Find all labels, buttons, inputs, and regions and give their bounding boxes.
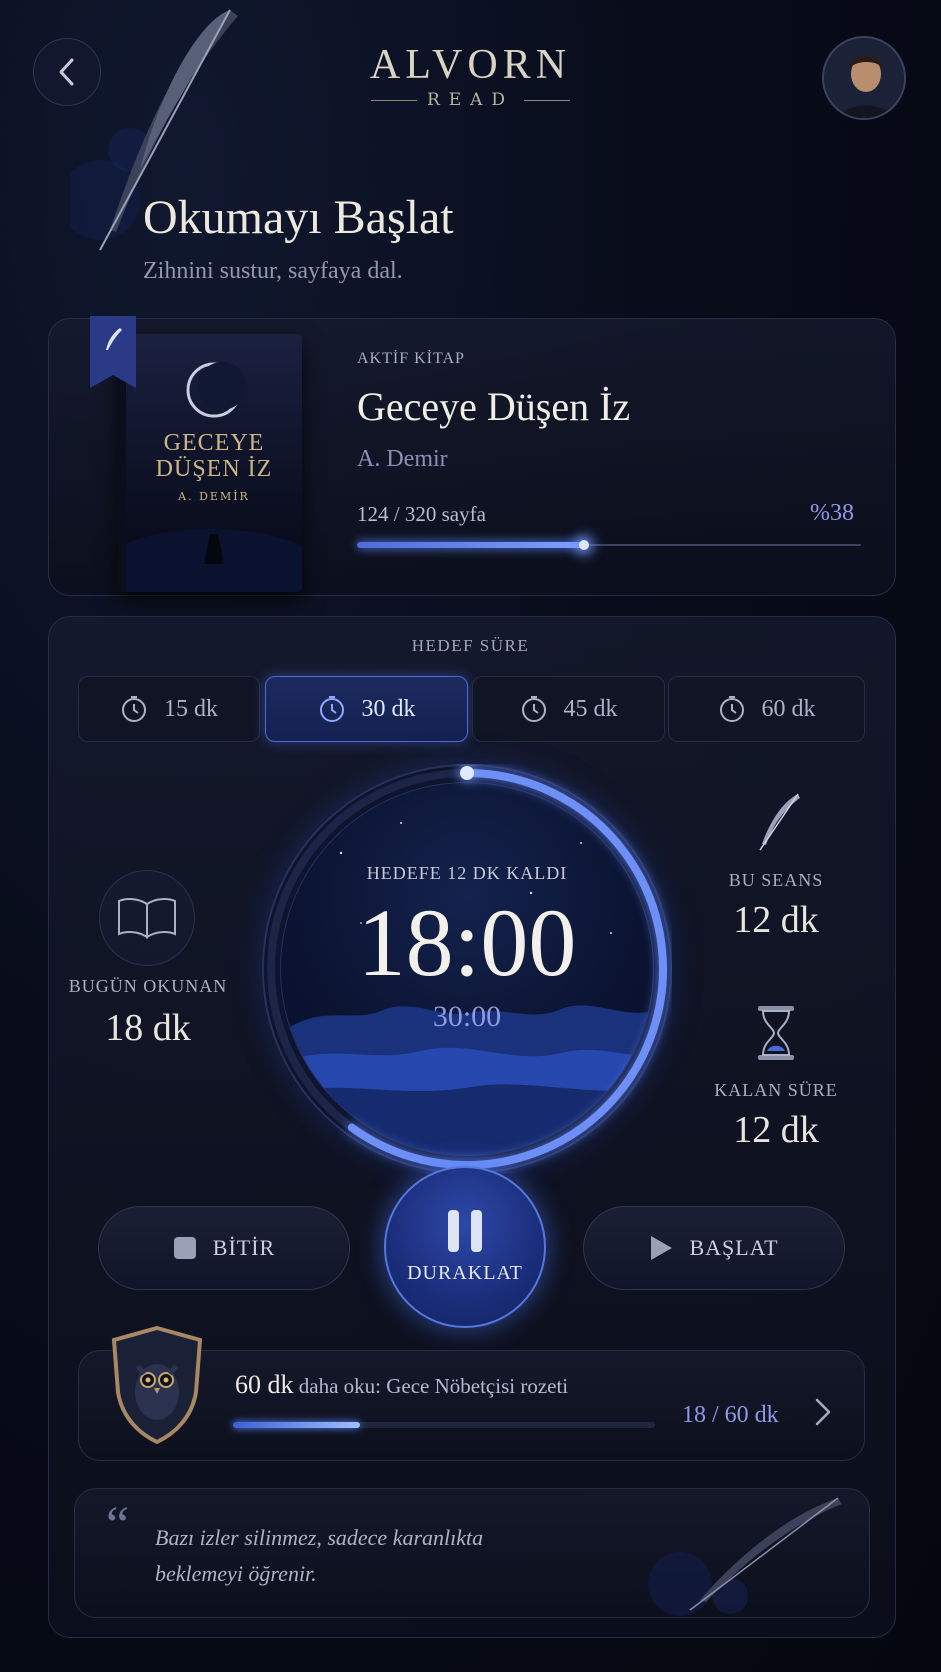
today-read-value: 18 dk (105, 1007, 191, 1049)
user-avatar-icon (824, 38, 904, 118)
clock-icon (122, 696, 146, 722)
badge-progress-fill (233, 1422, 360, 1428)
brand-name: ALVORN (369, 42, 572, 88)
quill-icon (106, 328, 122, 350)
duration-45-label: 45 dk (563, 695, 618, 722)
duration-30-label: 30 dk (361, 695, 416, 722)
pause-button[interactable]: DURAKLAT (384, 1166, 546, 1328)
badge-progress-bar (233, 1422, 655, 1428)
owl-shield-badge-icon (111, 1326, 203, 1444)
badge-progress-count: 18 / 60 dk (682, 1402, 779, 1428)
start-label: BAŞLAT (689, 1235, 779, 1260)
cover-title-line2: DÜŞEN İZ (155, 456, 273, 482)
book-progress-bar (357, 540, 861, 550)
duration-15-button[interactable]: 15 dk (78, 676, 260, 742)
target-duration-label: HEDEF SÜRE (411, 636, 530, 655)
session-value: 12 dk (733, 899, 819, 941)
elapsed-time: 18:00 (357, 889, 577, 996)
duration-60-button[interactable]: 60 dk (668, 676, 865, 742)
active-book-label: AKTİF KİTAP (357, 350, 465, 367)
pause-label: DURAKLAT (407, 1261, 523, 1284)
play-icon (651, 1236, 673, 1260)
open-book-icon-badge (99, 870, 195, 966)
remaining-time-value: 12 dk (733, 1109, 819, 1151)
brand-logo: ALVORN READ (0, 44, 941, 110)
quote-line1: Bazı izler silinmez, sadece karanlıkta (155, 1525, 484, 1550)
book-percent: %38 (810, 500, 854, 526)
quote-text: Bazı izler silinmez, sadece karanlıkta b… (155, 1520, 575, 1592)
quote-line2: beklemeyi öğrenir. (155, 1561, 317, 1586)
book-progress-fill (357, 542, 584, 548)
start-button[interactable]: BAŞLAT (583, 1206, 845, 1290)
remaining-to-goal-label: HEDEFE 12 DK KALDI (366, 863, 568, 883)
quote-mark-icon: “ (106, 1497, 130, 1554)
duration-45-button[interactable]: 45 dk (472, 676, 665, 742)
finish-label: BİTİR (212, 1235, 276, 1260)
book-pages: 124 / 320 sayfa (357, 502, 486, 526)
badge-goal-description: daha oku: Gece Nöbetçisi rozeti (298, 1374, 569, 1398)
avatar[interactable] (822, 36, 906, 120)
badge-goal-text: 60 dk daha oku: Gece Nöbetçisi rozeti (235, 1370, 568, 1400)
open-book-icon (118, 898, 176, 939)
today-read-label: BUGÜN OKUNAN (68, 976, 228, 996)
brand-sub: READ (426, 90, 515, 110)
book-progress-handle (578, 540, 589, 550)
clock-icon (719, 696, 744, 722)
duration-30-button[interactable]: 30 dk (265, 676, 468, 742)
page-title: Okumayı Başlat (143, 191, 454, 244)
hourglass-icon (758, 1006, 794, 1060)
cover-author: A. DEMİR (178, 490, 250, 503)
stop-icon (173, 1237, 196, 1259)
duration-15-label: 15 dk (164, 695, 218, 722)
cover-title-line1: GECEYE (163, 430, 265, 456)
finish-button[interactable]: BİTİR (98, 1206, 350, 1290)
book-author: A. Demir (357, 446, 448, 472)
feather-decoration-icon (648, 1497, 842, 1616)
clock-icon (521, 696, 546, 722)
session-label: BU SEANS (728, 870, 824, 890)
pause-icon (448, 1209, 482, 1252)
total-time: 30:00 (432, 1000, 502, 1033)
remaining-time-label: KALAN SÜRE (714, 1080, 838, 1100)
badge-goal-amount: 60 dk (235, 1370, 294, 1399)
quill-icon (759, 793, 800, 851)
chevron-right-icon[interactable] (810, 1394, 836, 1430)
page-subtitle: Zihnini sustur, sayfaya dal. (143, 258, 403, 284)
clock-icon (319, 696, 344, 722)
book-cover: GECEYE DÜŞEN İZ A. DEMİR (118, 334, 302, 592)
book-title: Geceye Düşen İz (357, 384, 631, 429)
duration-60-label: 60 dk (761, 695, 816, 722)
